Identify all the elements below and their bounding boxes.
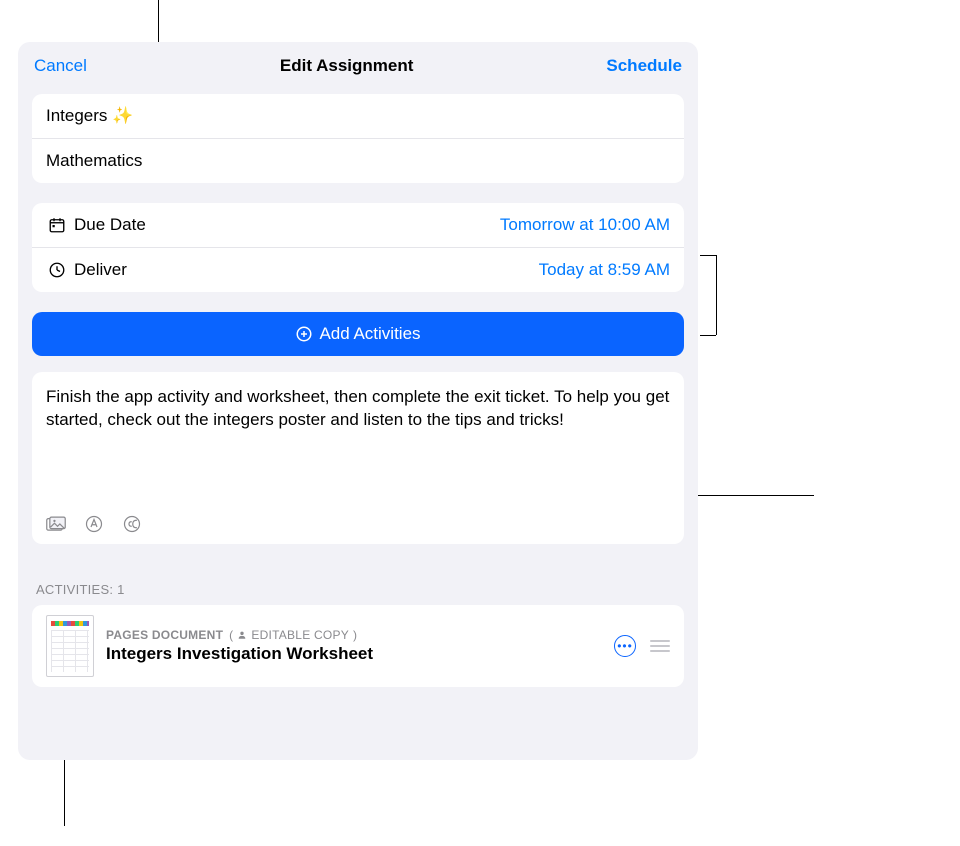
cancel-button[interactable]: Cancel <box>34 56 87 76</box>
assignment-title-text: Integers ✨ <box>46 106 133 126</box>
assignment-title-field[interactable]: Integers ✨ <box>32 94 684 138</box>
title-class-card: Integers ✨ Mathematics <box>32 94 684 183</box>
activity-thumbnail <box>46 615 94 677</box>
activity-info: PAGES DOCUMENT ( EDITABLE COPY ) Integer… <box>106 628 602 664</box>
class-field[interactable]: Mathematics <box>32 138 684 183</box>
deliver-value[interactable]: Today at 8:59 AM <box>539 260 670 280</box>
dates-card: Due Date Tomorrow at 10:00 AM Deliver To… <box>32 203 684 292</box>
activity-title: Integers Investigation Worksheet <box>106 644 602 664</box>
deliver-row[interactable]: Deliver Today at 8:59 AM <box>32 247 684 292</box>
add-activities-label: Add Activities <box>319 324 420 344</box>
instructions-card: Finish the app activity and worksheet, t… <box>32 372 684 544</box>
class-name-text: Mathematics <box>46 151 142 171</box>
due-date-value[interactable]: Tomorrow at 10:00 AM <box>500 215 670 235</box>
activity-badge-label: EDITABLE COPY <box>251 628 349 642</box>
activity-actions: ••• <box>614 635 670 657</box>
add-activities-button[interactable]: Add Activities <box>32 312 684 356</box>
callout-tick-dates-top <box>700 255 716 256</box>
markup-icon[interactable] <box>84 514 104 534</box>
due-date-label: Due Date <box>74 215 146 235</box>
calendar-icon <box>46 216 68 234</box>
callout-tick-dates-bottom <box>700 335 716 336</box>
person-icon <box>237 630 247 640</box>
media-toolbar <box>46 514 670 534</box>
photo-icon[interactable] <box>46 514 66 534</box>
activities-header: ACTIVITIES: 1 <box>36 582 680 597</box>
schedule-button[interactable]: Schedule <box>606 56 682 76</box>
deliver-label: Deliver <box>74 260 127 280</box>
activity-type-label: PAGES DOCUMENT <box>106 628 223 642</box>
callout-line-dates <box>716 255 717 335</box>
due-date-row[interactable]: Due Date Tomorrow at 10:00 AM <box>32 203 684 247</box>
audio-icon[interactable] <box>122 514 142 534</box>
instructions-textarea[interactable]: Finish the app activity and worksheet, t… <box>46 386 670 486</box>
plus-circle-icon <box>295 325 313 343</box>
page-title: Edit Assignment <box>280 56 414 76</box>
navbar: Cancel Edit Assignment Schedule <box>18 42 698 90</box>
callout-line-instructions <box>684 495 814 496</box>
edit-assignment-panel: Cancel Edit Assignment Schedule Integers… <box>18 42 698 760</box>
clock-icon <box>46 261 68 279</box>
more-icon[interactable]: ••• <box>614 635 636 657</box>
activity-item[interactable]: PAGES DOCUMENT ( EDITABLE COPY ) Integer… <box>32 605 684 687</box>
reorder-icon[interactable] <box>650 640 670 652</box>
